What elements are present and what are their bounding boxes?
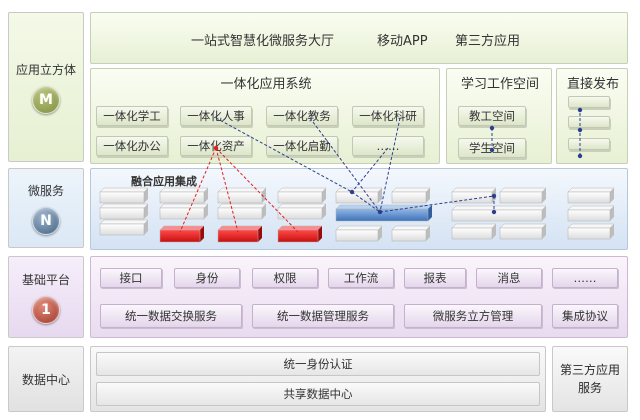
publish-block-1 bbox=[568, 96, 610, 108]
module-academic: 一体化教务 bbox=[266, 106, 338, 126]
badge-1-text: 1 bbox=[41, 301, 51, 318]
student-space: 学生空间 bbox=[458, 138, 526, 158]
microservice-cube-management: 微服务立方管理 bbox=[404, 304, 542, 328]
platform-identity: 身份 bbox=[174, 268, 240, 288]
module-assets: 一体化资产 bbox=[180, 136, 252, 156]
data-management-service: 统一数据管理服务 bbox=[252, 304, 394, 328]
teacher-space: 教工空间 bbox=[458, 106, 526, 126]
top-bar: 一站式智慧化微服务大厅 移动APP 第三方应用 bbox=[90, 12, 628, 64]
layer-application-label: 应用立方体 bbox=[15, 62, 76, 77]
module-office: 一体化办公 bbox=[96, 136, 168, 156]
shared-data-center: 共享数据中心 bbox=[96, 382, 540, 406]
platform-message: 消息 bbox=[476, 268, 542, 288]
platform-interface: 接口 bbox=[100, 268, 162, 288]
integration-label: 融合应用集成 bbox=[131, 175, 197, 188]
module-research: 一体化科研 bbox=[352, 106, 424, 126]
third-party-service-line2: 服务 bbox=[577, 381, 602, 395]
module-student-affairs: 一体化学工 bbox=[96, 106, 168, 126]
integrated-system-title: 一体化应用系统 bbox=[220, 77, 312, 92]
module-logistics: 一体化启勤 bbox=[266, 136, 338, 156]
layer-data-label: 数据中心 bbox=[21, 372, 70, 387]
badge-m-icon: M bbox=[32, 85, 60, 114]
unified-identity-auth: 统一身份认证 bbox=[96, 352, 540, 376]
badge-n-text: N bbox=[40, 212, 52, 229]
integration-protocol: 集成协议 bbox=[552, 304, 618, 328]
layer-platform: 基础平台 1 bbox=[8, 256, 84, 338]
service-hall-label: 一站式智慧化微服务大厅 bbox=[191, 34, 335, 49]
layer-microservice: 微服务 N bbox=[8, 168, 84, 248]
publish-block-2 bbox=[568, 116, 610, 128]
layer-platform-label: 基础平台 bbox=[21, 272, 70, 287]
platform-more: …… bbox=[552, 268, 618, 288]
publish-block-3 bbox=[568, 138, 610, 150]
badge-1-icon: 1 bbox=[32, 295, 60, 324]
platform-permission: 权限 bbox=[252, 268, 318, 288]
layer-application: 应用立方体 M bbox=[8, 12, 84, 162]
microservice-panel: 融合应用集成 bbox=[90, 168, 628, 250]
layer-data: 数据中心 bbox=[8, 346, 84, 412]
platform-report: 报表 bbox=[404, 268, 466, 288]
badge-n-icon: N bbox=[32, 206, 60, 235]
data-exchange-service: 统一数据交换服务 bbox=[100, 304, 242, 328]
badge-m-text: M bbox=[39, 91, 53, 108]
layer-microservice-label: 微服务 bbox=[27, 183, 64, 198]
third-party-service-line1: 第三方应用 bbox=[559, 363, 620, 377]
module-more: …… bbox=[352, 136, 424, 156]
study-workspace-title: 学习工作空间 bbox=[460, 77, 539, 92]
platform-workflow: 工作流 bbox=[328, 268, 394, 288]
mobile-app-label: 移动APP bbox=[377, 34, 428, 49]
direct-publish-title: 直接发布 bbox=[566, 77, 619, 92]
third-party-app-label: 第三方应用 bbox=[455, 34, 521, 49]
module-hr: 一体化人事 bbox=[180, 106, 252, 126]
third-party-service-panel: 第三方应用 服务 bbox=[552, 346, 628, 412]
